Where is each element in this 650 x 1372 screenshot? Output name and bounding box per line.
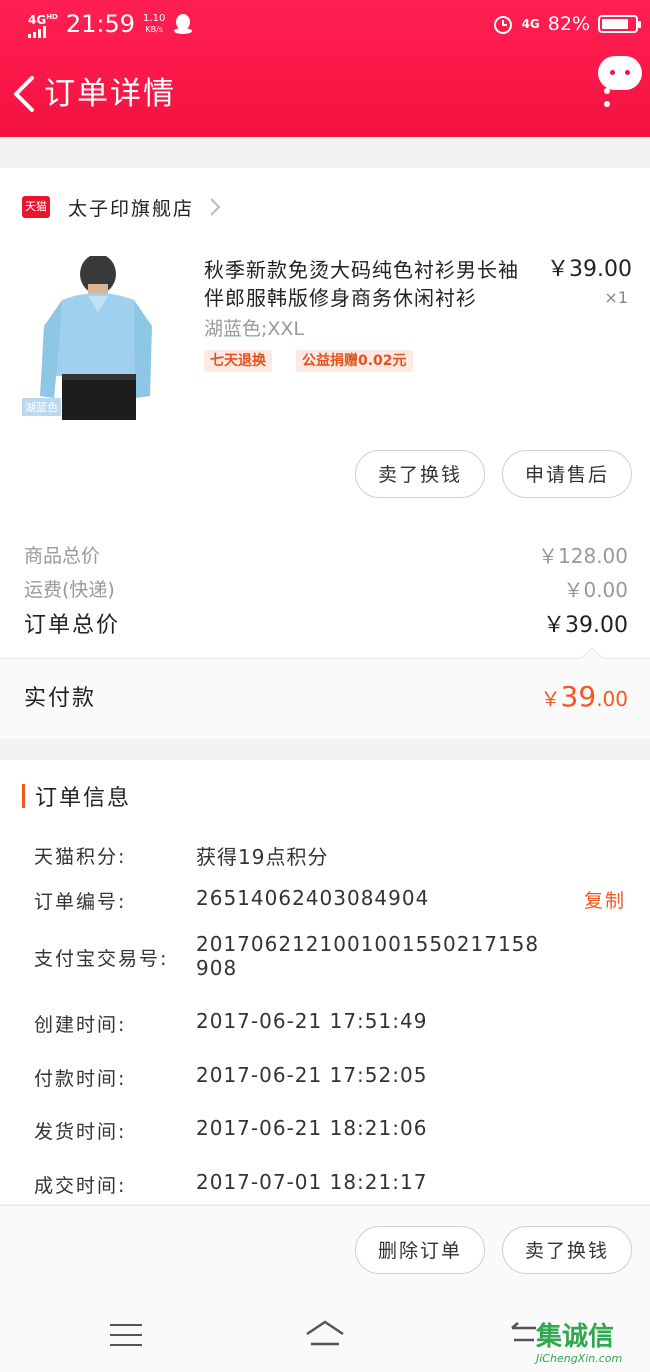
status-time: 21:59	[65, 10, 136, 38]
completed-time-label: 成交时间:	[34, 1175, 127, 1197]
network-type: 4G	[521, 17, 540, 31]
message-bubble-icon[interactable]	[598, 56, 642, 90]
sell-button-bottom[interactable]: 卖了换钱	[502, 1226, 632, 1274]
points-label: 天猫积分:	[34, 846, 127, 868]
alarm-icon	[493, 16, 512, 34]
network-speed: 1.10 KB/s	[143, 13, 166, 34]
return-policy-tag: 七天退换	[204, 350, 272, 372]
product-title[interactable]: 秋季新款免烫大码纯色衬衫男长袖伴郎服韩版修身商务休闲衬衫	[204, 256, 534, 312]
status-bar-right: 4G 82%	[492, 10, 641, 38]
copy-button[interactable]: 复制	[584, 886, 626, 913]
paid-time-value: 2017-06-21 17:52:05	[196, 1063, 428, 1087]
sell-button[interactable]: 卖了换钱	[355, 450, 485, 498]
watermark-text: JiChengXin.com	[536, 1352, 623, 1365]
order-number-value: 26514062403084904	[196, 886, 430, 910]
delete-order-button[interactable]: 删除订单	[355, 1226, 485, 1274]
charity-tag: 公益捐赠0.02元	[296, 350, 413, 372]
shop-header[interactable]: 天猫 太子印旗舰店	[22, 190, 222, 224]
page-title: 订单详情	[44, 76, 176, 112]
points-value: 获得19点积分	[196, 845, 329, 869]
back-icon[interactable]	[8, 72, 42, 116]
signal-indicator: 4GHD	[28, 11, 58, 38]
goods-total-label: 商品总价	[24, 544, 101, 567]
menu-icon[interactable]	[110, 1322, 142, 1348]
status-bar-left: 4GHD 21:59 1.10 KB/s	[28, 10, 193, 38]
watermark: 集诚信 JiChengXin.com	[536, 1322, 648, 1372]
order-total-row: 订单总价 ￥39.00	[24, 606, 628, 640]
alipay-trade-value: 2017062121001001550217158908	[196, 932, 540, 980]
after-sale-button[interactable]: 申请售后	[502, 450, 632, 498]
shipped-time-label: 发货时间:	[34, 1121, 127, 1143]
product-sku: 湖蓝色;XXL	[204, 318, 305, 340]
caret-up-icon	[580, 647, 604, 659]
shipping-row: 运费(快递) ￥0.00	[24, 574, 628, 602]
alipay-trade-label: 支付宝交易号:	[34, 948, 169, 970]
created-time-value: 2017-06-21 17:51:49	[196, 1009, 428, 1033]
tmall-badge: 天猫	[22, 196, 50, 218]
product-image[interactable]: 湖蓝色	[22, 254, 174, 420]
goods-total-row: 商品总价 ￥128.00	[24, 540, 628, 568]
home-icon[interactable]	[303, 1318, 347, 1348]
shipped-time-value: 2017-06-21 18:21:06	[196, 1116, 428, 1140]
order-total-value: ￥39.00	[543, 613, 628, 638]
app-header: 4GHD 21:59 1.10 KB/s 4G 82% 订单详情	[0, 0, 650, 137]
order-number-label: 订单编号:	[34, 891, 127, 913]
battery-percent: 82%	[547, 13, 590, 35]
paid-amount: ￥39.00	[540, 679, 628, 713]
shirt-image	[40, 254, 152, 420]
qq-icon	[174, 14, 193, 34]
goods-total-value: ￥128.00	[538, 543, 628, 568]
order-info-title: 订单信息	[22, 780, 131, 812]
product-price: ￥39.00	[547, 257, 632, 282]
shipping-label: 运费(快递)	[24, 578, 115, 601]
paid-time-label: 付款时间:	[34, 1068, 127, 1090]
paid-label: 实付款	[24, 686, 97, 711]
product-quantity: ×1	[604, 288, 628, 307]
battery-icon	[598, 15, 641, 33]
paid-row: 实付款 ￥39.00	[24, 676, 628, 716]
back-nav-icon[interactable]	[508, 1322, 538, 1346]
image-color-label: 湖蓝色	[22, 398, 61, 416]
watermark-logo: 集诚信	[536, 1322, 615, 1352]
shipping-value: ￥0.00	[563, 577, 628, 602]
created-time-label: 创建时间:	[34, 1014, 127, 1036]
completed-time-value: 2017-07-01 18:21:17	[196, 1170, 428, 1194]
more-icon[interactable]	[604, 88, 610, 110]
order-total-label: 订单总价	[24, 613, 121, 638]
signal-bars-icon	[28, 25, 46, 38]
shop-name: 太子印旗舰店	[68, 197, 195, 220]
chevron-right-icon	[210, 198, 221, 216]
